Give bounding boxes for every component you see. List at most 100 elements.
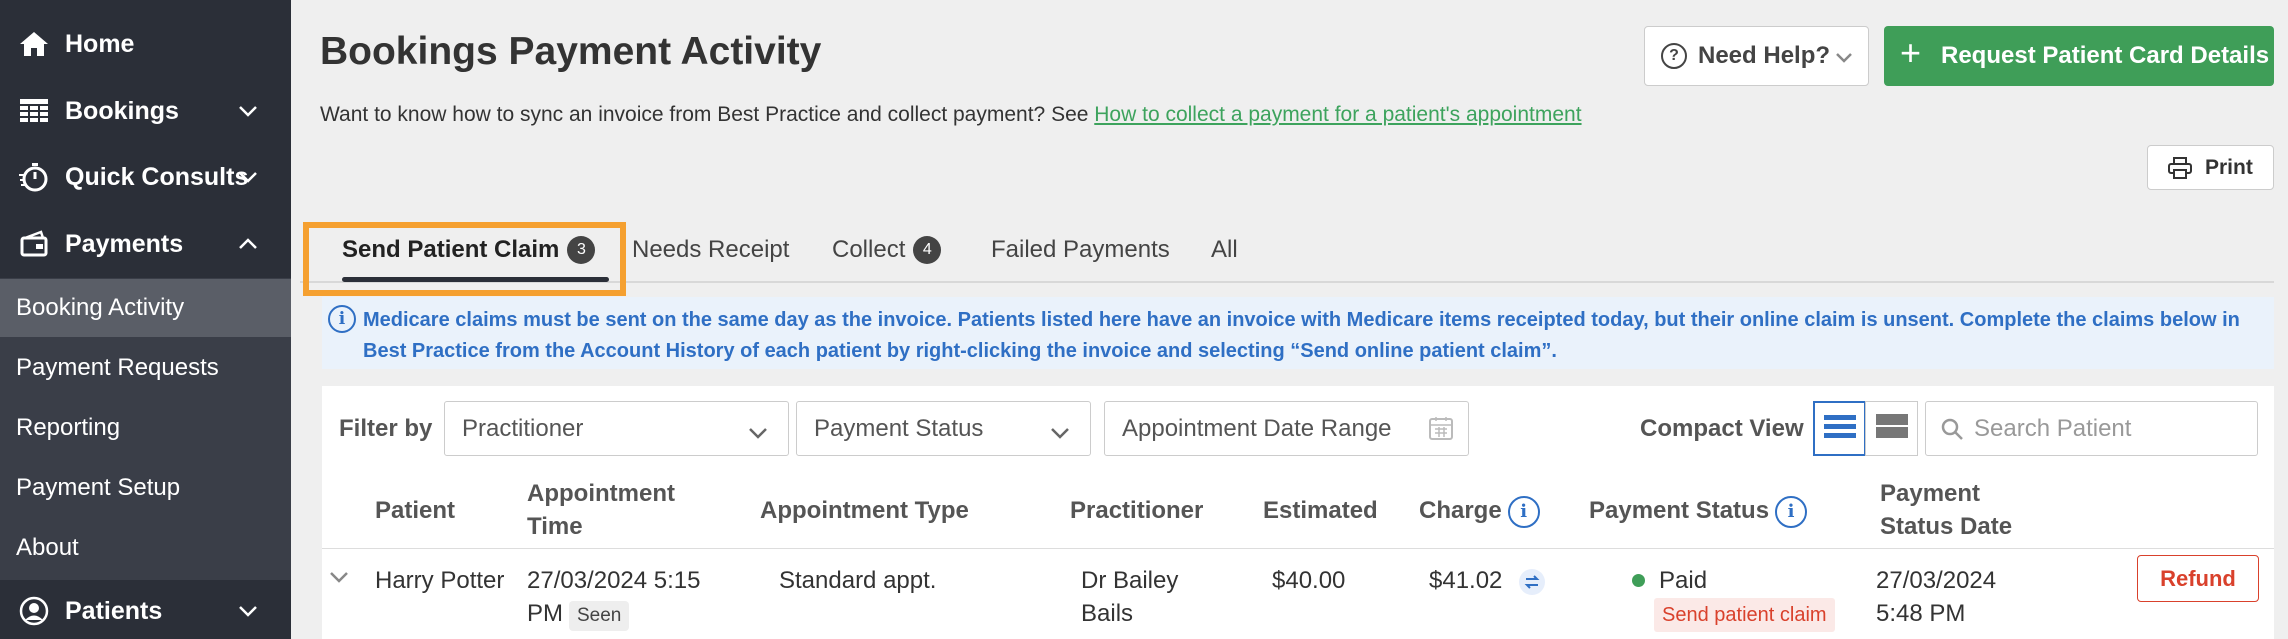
sub-item-booking-activity[interactable]: Booking Activity	[0, 279, 291, 337]
practitioner-select[interactable]: Practitioner	[444, 401, 789, 456]
tab-highlight-box	[303, 222, 626, 296]
request-card-details-button[interactable]: + Request Patient Card Details	[1884, 26, 2274, 86]
list-view-icon	[1823, 413, 1856, 444]
column-header-appointment-type[interactable]: Appointment Type	[760, 494, 969, 527]
payment-status-select[interactable]: Payment Status	[796, 401, 1091, 456]
column-header-estimated[interactable]: Estimated	[1263, 494, 1378, 527]
row-appointment-time-pm: PM	[527, 600, 563, 627]
chevron-down-icon	[236, 165, 260, 189]
tab-count-badge: 4	[913, 236, 942, 264]
tab-failed-payments[interactable]: Failed Payments	[991, 236, 1170, 264]
nav-quick-consults-label: Quick Consults	[65, 162, 249, 191]
sub-item-reporting[interactable]: Reporting	[0, 399, 291, 457]
nav-home-label: Home	[65, 29, 135, 58]
nav-payments-label: Payments	[65, 229, 184, 258]
tab-collect[interactable]: Collect 4	[832, 236, 942, 264]
search-patient-input[interactable]	[1974, 413, 2244, 445]
need-help-button[interactable]: ? Need Help?	[1644, 26, 1869, 86]
row-practitioner-line: Bails	[1081, 600, 1134, 627]
column-header-appointment-time[interactable]: Appointment Time	[527, 477, 675, 543]
subtitle-text: Want to know how to sync an invoice from…	[320, 103, 1095, 126]
sub-item-about[interactable]: About	[0, 519, 291, 577]
compact-view-toggle[interactable]	[1865, 401, 1918, 456]
nav-home[interactable]: Home	[0, 22, 291, 66]
seen-badge: Seen	[569, 601, 630, 631]
page-title: Bookings Payment Activity	[320, 30, 822, 73]
payments-card-icon	[18, 228, 50, 260]
column-header-patient[interactable]: Patient	[375, 494, 455, 527]
column-header-payment-status[interactable]: Payment Status i	[1589, 494, 1808, 528]
date-range-picker[interactable]: Appointment Date Range	[1104, 401, 1469, 456]
row-status-date-line: 5:48 PM	[1876, 600, 1966, 627]
sidebar: Home Bookings Quick Consults Payments Bo…	[0, 0, 291, 639]
nav-bookings[interactable]: Bookings	[0, 89, 291, 133]
practitioner-select-value: Practitioner	[462, 414, 584, 442]
tab-needs-receipt[interactable]: Needs Receipt	[632, 236, 789, 264]
info-icon: i	[328, 305, 356, 333]
chevron-down-icon	[748, 418, 768, 446]
row-expand-chevron-icon[interactable]	[329, 570, 349, 588]
info-banner-text: Medicare claims must be sent on the same…	[363, 309, 2240, 362]
table-header-divider	[322, 548, 2274, 549]
calendar-icon	[1428, 415, 1454, 448]
request-card-details-label: Request Patient Card Details	[1941, 42, 2270, 69]
page-subtitle: Want to know how to sync an invoice from…	[320, 103, 1582, 127]
payment-status-header-label: Payment Status	[1589, 497, 1770, 524]
column-header-line: Payment	[1880, 480, 1981, 507]
column-header-practitioner[interactable]: Practitioner	[1070, 494, 1203, 527]
nav-payments[interactable]: Payments	[0, 222, 291, 266]
patient-avatar-icon	[18, 595, 50, 627]
chevron-up-icon	[236, 232, 260, 256]
print-button[interactable]: Print	[2147, 145, 2274, 190]
list-view-toggle[interactable]	[1813, 401, 1866, 456]
row-status-date-line: 27/03/2024	[1876, 567, 1997, 594]
tab-all[interactable]: All	[1211, 236, 1238, 264]
send-patient-claim-badge: Send patient claim	[1654, 598, 1835, 632]
nav-patients-label: Patients	[65, 596, 163, 625]
column-header-payment-status-date[interactable]: Payment Status Date	[1880, 477, 2012, 543]
refund-button[interactable]: Refund	[2137, 555, 2259, 602]
column-header-charge[interactable]: Charge i	[1419, 494, 1540, 528]
tab-label: Needs Receipt	[632, 236, 790, 263]
payment-status-select-value: Payment Status	[814, 414, 984, 442]
row-payment-status-date: 27/03/2024 5:48 PM	[1876, 564, 1996, 630]
row-estimated: $40.00	[1272, 567, 1346, 594]
column-header-line: Appointment	[527, 480, 675, 507]
info-icon[interactable]: i	[1507, 495, 1540, 528]
help-article-link[interactable]: How to collect a payment for a patient's…	[1094, 103, 1581, 126]
date-range-value: Appointment Date Range	[1122, 414, 1392, 442]
info-banner: i Medicare claims must be sent on the sa…	[322, 297, 2274, 369]
row-appointment-time: 27/03/2024 5:15 PM Seen	[527, 564, 701, 631]
charge-header-label: Charge	[1419, 497, 1502, 524]
question-icon: ?	[1661, 43, 1687, 69]
status-dot-icon	[1632, 574, 1645, 587]
tab-label: Failed Payments	[991, 236, 1170, 263]
compact-view-label: Compact View	[1640, 415, 1804, 442]
search-patient-field[interactable]	[1925, 401, 2258, 456]
info-icon[interactable]: i	[1775, 495, 1808, 528]
printer-icon	[2168, 157, 2192, 185]
row-patient-name[interactable]: Harry Potter	[375, 564, 504, 597]
search-icon	[1940, 417, 1964, 446]
nav-patients[interactable]: Patients	[0, 589, 291, 633]
row-appointment-time-line: 27/03/2024 5:15	[527, 567, 701, 594]
row-charge: $41.02	[1429, 567, 1503, 594]
sub-item-payment-requests[interactable]: Payment Requests	[0, 339, 291, 397]
filter-by-label: Filter by	[339, 415, 433, 442]
chevron-down-icon	[236, 99, 260, 123]
chevron-down-icon	[1050, 418, 1070, 446]
stopwatch-icon	[18, 161, 50, 193]
row-payment-status: Paid	[1659, 567, 1708, 594]
row-appointment-time-line-2: PM Seen	[527, 597, 701, 631]
plus-icon: +	[1900, 32, 1922, 73]
nav-quick-consults[interactable]: Quick Consults	[0, 155, 291, 199]
bookings-grid-icon	[18, 95, 50, 127]
sub-item-payment-setup[interactable]: Payment Setup	[0, 459, 291, 517]
sync-arrows-icon[interactable]	[1519, 569, 1545, 595]
nav-bookings-label: Bookings	[65, 96, 179, 125]
row-appointment-type: Standard appt.	[779, 567, 937, 594]
row-practitioner-line: Dr Bailey	[1081, 567, 1179, 594]
chevron-down-icon	[1835, 42, 1853, 70]
row-practitioner: Dr Bailey Bails	[1081, 564, 1178, 630]
chevron-down-icon	[236, 599, 260, 623]
